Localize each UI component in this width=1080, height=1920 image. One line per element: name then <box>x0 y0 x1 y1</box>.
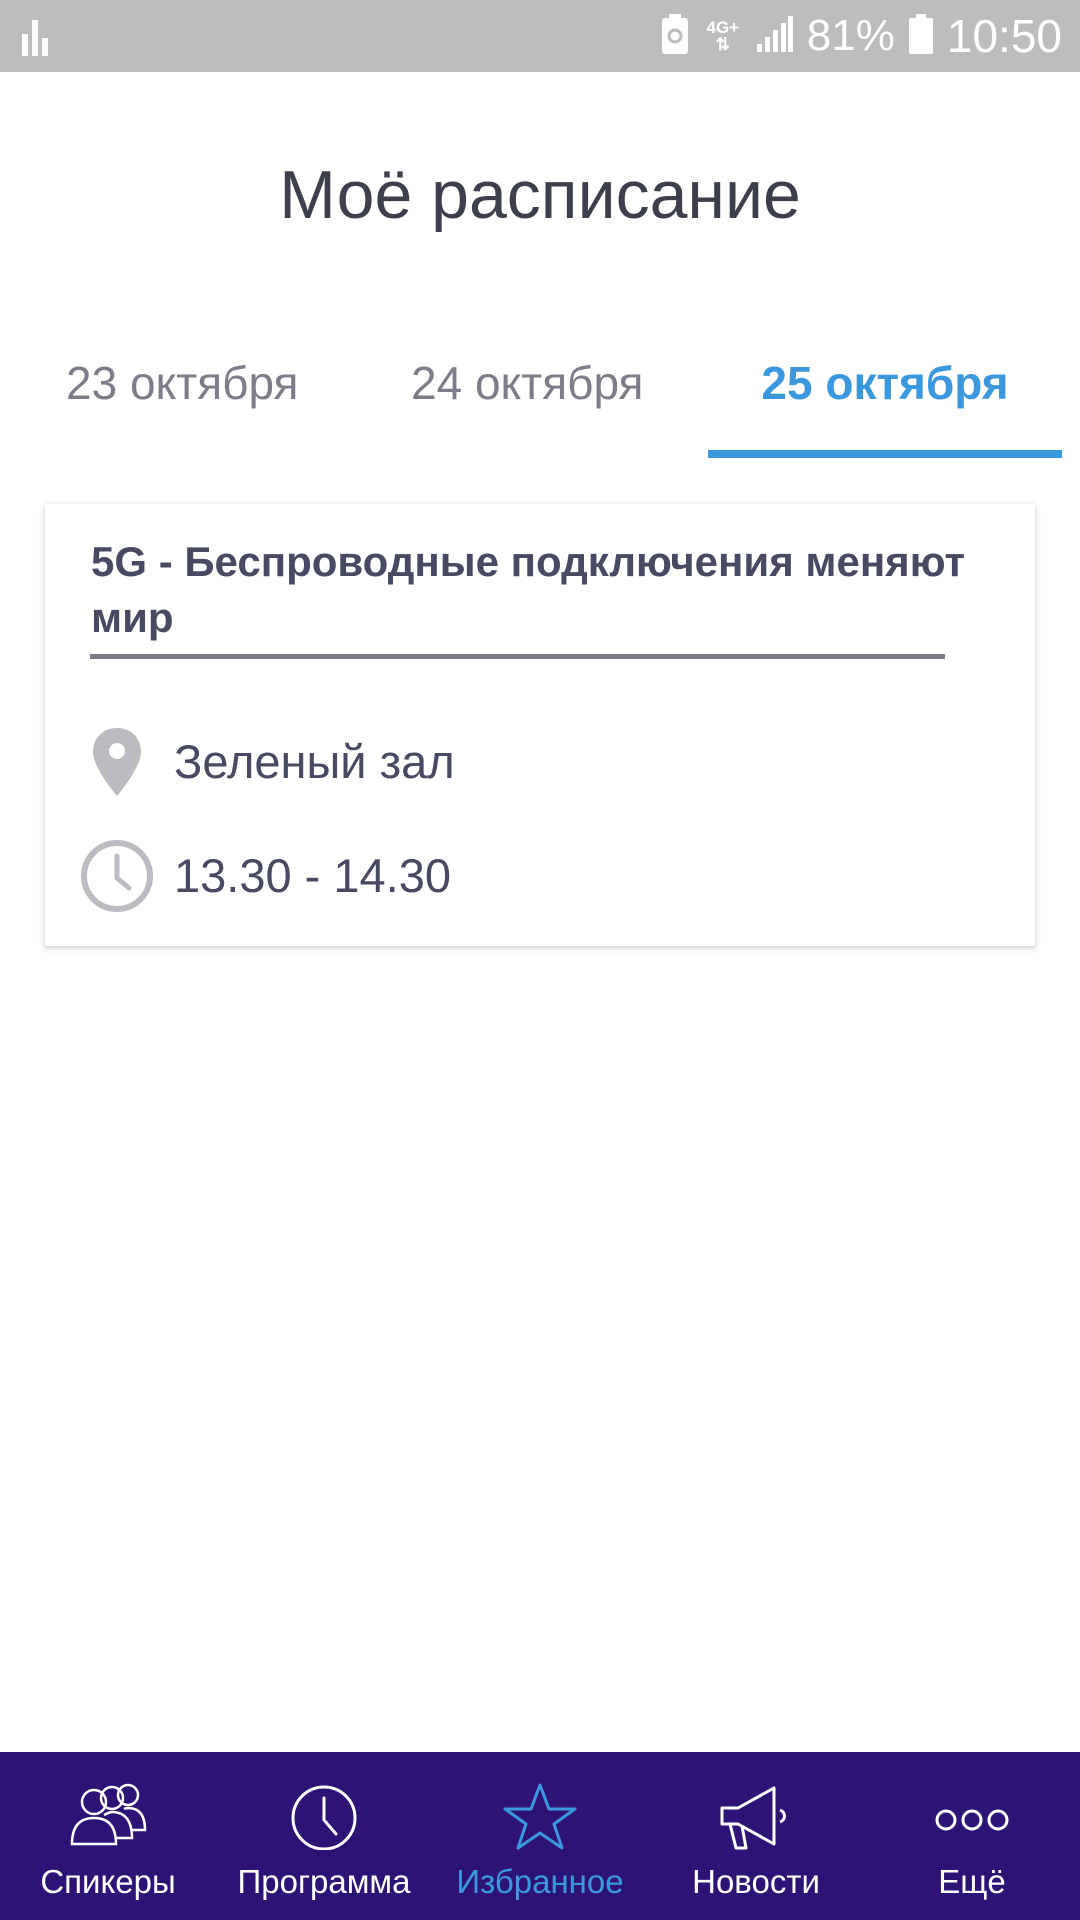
card-divider <box>90 654 945 659</box>
network-type: 4G+ ⇅ <box>703 19 743 53</box>
event-time: 13.30 - 14.30 <box>174 849 451 902</box>
event-location-row: Зеленый зал <box>45 722 1035 802</box>
nav-news-label: Новости <box>692 1863 820 1900</box>
nav-more[interactable]: Ещё <box>864 1752 1080 1920</box>
battery-percent: 81% <box>806 11 895 60</box>
active-tab-indicator <box>708 450 1062 458</box>
nav-news[interactable]: Новости <box>648 1752 864 1920</box>
cell-signal-icon <box>756 15 793 57</box>
page-title: Моё расписание <box>279 157 801 233</box>
tab-oct-23[interactable]: 23 октября <box>66 340 298 460</box>
date-tabs: 23 октября 24 октября 25 октября <box>0 340 1080 460</box>
bottom-nav: Спикеры Программа Избранное Новости Ещё <box>0 1752 1080 1920</box>
clock-icon <box>79 836 155 916</box>
speakers-icon <box>68 1782 148 1850</box>
clock-time: 10:50 <box>946 10 1062 62</box>
more-icon <box>932 1782 1012 1850</box>
signal-stats-icon <box>20 14 60 58</box>
event-title: 5G - Беспроводные подключения меняют мир <box>91 538 966 641</box>
data-arrows-icon: ⇅ <box>715 35 730 54</box>
status-indicators: 4G+ ⇅ 81% 10:50 <box>661 0 1062 72</box>
star-icon <box>500 1782 580 1850</box>
nav-program-label: Программа <box>237 1863 411 1900</box>
tab-oct-24[interactable]: 24 октября <box>411 340 643 460</box>
event-card[interactable]: 5G - Беспроводные подключения меняют мир… <box>45 504 1035 946</box>
megaphone-icon <box>716 1782 796 1850</box>
status-bar: 4G+ ⇅ 81% 10:50 <box>0 0 1080 72</box>
nav-program[interactable]: Программа <box>216 1752 432 1920</box>
nav-speakers-label: Спикеры <box>40 1863 176 1900</box>
nav-more-label: Ещё <box>938 1863 1006 1900</box>
clock-icon <box>284 1782 364 1851</box>
location-pin-icon <box>79 722 155 802</box>
battery-saver-icon <box>661 13 689 59</box>
nav-speakers[interactable]: Спикеры <box>0 1752 216 1920</box>
nav-favorites[interactable]: Избранное <box>432 1752 648 1920</box>
nav-favorites-label: Избранное <box>456 1863 624 1900</box>
battery-icon <box>908 13 933 59</box>
event-location: Зеленый зал <box>174 735 455 788</box>
tab-oct-25[interactable]: 25 октября <box>708 340 1062 460</box>
event-time-row: 13.30 - 14.30 <box>45 836 1035 916</box>
